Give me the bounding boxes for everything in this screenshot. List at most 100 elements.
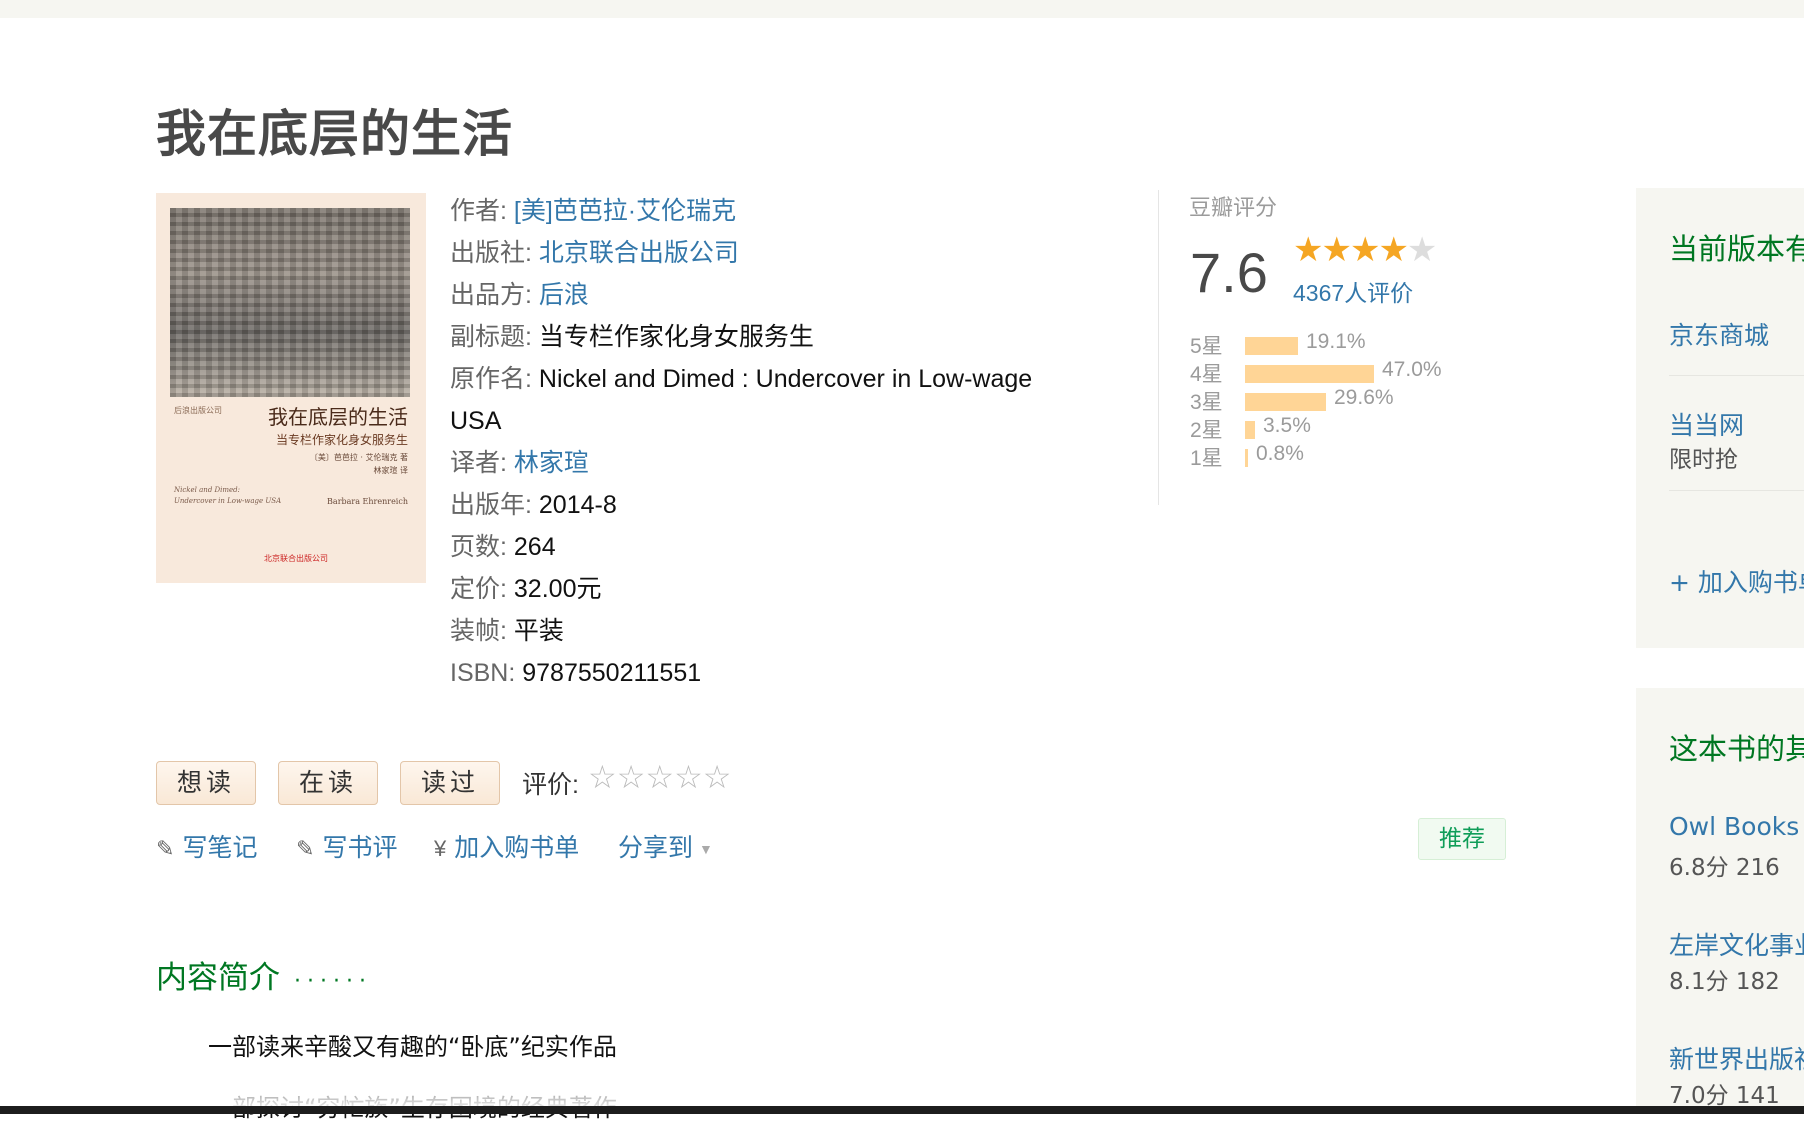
rating-count-link[interactable]: 4367人评价 <box>1293 274 1413 308</box>
cover-title: 我在底层的生活 <box>268 405 408 429</box>
rate-label: 评价: <box>522 771 579 799</box>
rate-stars-input[interactable]: ☆☆☆☆☆ <box>588 758 731 796</box>
cover-publisher-mark: 后浪出版公司 <box>174 406 222 415</box>
share-link[interactable]: 分享到 ▼ <box>618 828 713 864</box>
bottom-bar <box>0 1106 1804 1114</box>
info-publisher-label: 出版社: <box>450 239 532 267</box>
rating-dist-row: 3星 29.6% <box>1190 386 1490 414</box>
divider <box>1669 490 1804 491</box>
pencil-icon: ✎ <box>156 836 175 861</box>
edition-link[interactable]: 新世界出版社 <box>1669 1040 1804 1076</box>
info-binding: 装帧: 平装 <box>450 610 1090 652</box>
dangdang-link[interactable]: 当当网 <box>1669 406 1744 442</box>
top-nav-bar <box>0 0 1804 18</box>
rating-label: 豆瓣评分 <box>1189 195 1278 220</box>
rating-dist-label: 1星 <box>1190 447 1223 470</box>
have-read-button[interactable]: 读过 <box>400 761 500 805</box>
cover-author-en: Barbara Ehrenreich <box>327 497 408 506</box>
recommend-button[interactable]: 推荐 <box>1418 818 1506 860</box>
info-author: 作者: [美]芭芭拉·艾伦瑞克 <box>450 190 1090 232</box>
info-year-label: 出版年: <box>450 491 532 519</box>
rating-dist-percent: 3.5% <box>1263 414 1311 437</box>
rating-stars-empty: ★ <box>1406 231 1438 269</box>
info-producer: 出品方: 后浪 <box>450 274 1090 316</box>
rating-panel: 豆瓣评分 7.6 ★★★★★ 4367人评价 5星 19.1% 4星 47.0% 3星 2… <box>1158 190 1519 505</box>
info-translator-label: 译者: <box>450 449 507 477</box>
edition-meta: 8.1分 182 <box>1669 969 1780 995</box>
dangdang-promo: 限时抢 <box>1669 447 1738 473</box>
add-to-booklist-sidebar-link[interactable]: + 加入购书单 <box>1669 563 1804 599</box>
rating-dist-row: 2星 3.5% <box>1190 414 1490 442</box>
rating-dist-bar <box>1245 365 1374 383</box>
author-link[interactable]: [美]芭芭拉·艾伦瑞克 <box>514 197 736 225</box>
yen-icon: ¥ <box>434 836 447 861</box>
info-pages-value: 264 <box>513 533 556 561</box>
intro-heading-text: 内容简介 <box>156 960 280 996</box>
intro-paragraph: 一部读来辛酸又有趣的“卧底”纪实作品 <box>208 1033 617 1061</box>
rating-dist-label: 4星 <box>1190 363 1223 386</box>
cover-press-logo: 北京联合出版公司 <box>264 554 328 563</box>
info-isbn: ISBN: 9787550211551 <box>450 652 1090 694</box>
cover-english-title: Nickel and Dimed: Undercover in Low-wage… <box>174 485 281 507</box>
intro-dots: ······ <box>294 969 372 994</box>
info-author-label: 作者: <box>450 197 507 225</box>
reading-button[interactable]: 在读 <box>278 761 378 805</box>
cover-photo <box>170 208 410 397</box>
rating-dist-percent: 0.8% <box>1256 442 1304 465</box>
rating-dist-bar <box>1245 449 1248 467</box>
edition-meta: 6.8分 216 <box>1669 855 1780 881</box>
info-translator: 译者: 林家瑄 <box>450 442 1090 484</box>
rating-dist-label: 5星 <box>1190 335 1223 358</box>
info-subtitle: 副标题: 当专栏作家化身女服务生 <box>450 316 1090 358</box>
info-producer-label: 出品方: <box>450 281 532 309</box>
rating-dist-percent: 29.6% <box>1334 386 1394 409</box>
cover-translator-line: 林家瑄 译 <box>373 466 408 475</box>
info-price: 定价: 32.00元 <box>450 568 1090 610</box>
buy-panel: 当前版本有 京东商城 当当网 限时抢 + 加入购书单 <box>1636 188 1804 648</box>
other-editions-heading: 这本书的其 <box>1669 732 1804 766</box>
add-to-booklist-label: 加入购书单 <box>454 834 580 862</box>
divider <box>1669 375 1804 376</box>
bottom-fade <box>0 1058 1804 1108</box>
chevron-down-icon: ▼ <box>699 841 713 858</box>
info-price-value: 32.00元 <box>513 575 602 603</box>
info-isbn-value: 9787550211551 <box>522 659 702 687</box>
intro-heading: 内容简介 ······ <box>156 952 372 997</box>
rating-distribution: 5星 19.1% 4星 47.0% 3星 29.6% 2星 3.5% 1星 0.8% <box>1190 330 1490 470</box>
write-note-link[interactable]: ✎ 写笔记 <box>156 828 257 864</box>
producer-link[interactable]: 后浪 <box>539 281 589 309</box>
share-label: 分享到 <box>618 834 694 862</box>
info-year-value: 2014-8 <box>538 491 617 519</box>
rating-dist-row: 5星 19.1% <box>1190 330 1490 358</box>
rating-dist-label: 2星 <box>1190 419 1223 442</box>
page-title: 我在底层的生活 <box>156 105 513 163</box>
info-publisher: 出版社: 北京联合出版公司 <box>450 232 1090 274</box>
info-pages: 页数: 264 <box>450 526 1090 568</box>
info-price-label: 定价: <box>450 575 507 603</box>
want-to-read-button[interactable]: 想读 <box>156 761 256 805</box>
cover-subtitle: 当专栏作家化身女服务生 <box>275 433 408 447</box>
add-to-booklist-link[interactable]: ¥ 加入购书单 <box>434 828 579 864</box>
info-pages-label: 页数: <box>450 533 507 561</box>
rating-dist-row: 1星 0.8% <box>1190 442 1490 470</box>
rating-dist-bar <box>1245 393 1326 411</box>
translator-link[interactable]: 林家瑄 <box>514 449 589 477</box>
buy-panel-heading: 当前版本有 <box>1669 232 1804 266</box>
cover-authors: 〔美〕芭芭拉 · 艾伦瑞克 著 林家瑄 译 <box>310 451 408 477</box>
info-original-value: Nickel and Dimed : Undercover in Low-wag… <box>450 365 1033 435</box>
edition-link[interactable]: 左岸文化事业 <box>1669 926 1804 962</box>
edition-link[interactable]: Owl Books ( <box>1669 812 1804 841</box>
book-info: 作者: [美]芭芭拉·艾伦瑞克 出版社: 北京联合出版公司 出品方: 后浪 副标… <box>450 190 1090 694</box>
cover-english-title-1: Nickel and Dimed: <box>174 486 240 494</box>
jd-link[interactable]: 京东商城 <box>1669 316 1769 352</box>
info-isbn-label: ISBN: <box>450 659 516 687</box>
cover-author-line: 〔美〕芭芭拉 · 艾伦瑞克 著 <box>309 453 408 462</box>
write-review-link[interactable]: ✎ 写书评 <box>296 828 397 864</box>
other-editions-panel: 这本书的其 Owl Books ( 6.8分 216 左岸文化事业 8.1分 1… <box>1636 688 1804 1114</box>
rating-dist-label: 3星 <box>1190 391 1223 414</box>
write-note-label: 写笔记 <box>182 834 258 862</box>
publisher-link[interactable]: 北京联合出版公司 <box>539 239 739 267</box>
book-cover[interactable]: 后浪出版公司 我在底层的生活 当专栏作家化身女服务生 〔美〕芭芭拉 · 艾伦瑞克… <box>156 193 426 583</box>
rating-dist-percent: 19.1% <box>1306 330 1366 353</box>
rating-score: 7.6 <box>1190 241 1268 304</box>
